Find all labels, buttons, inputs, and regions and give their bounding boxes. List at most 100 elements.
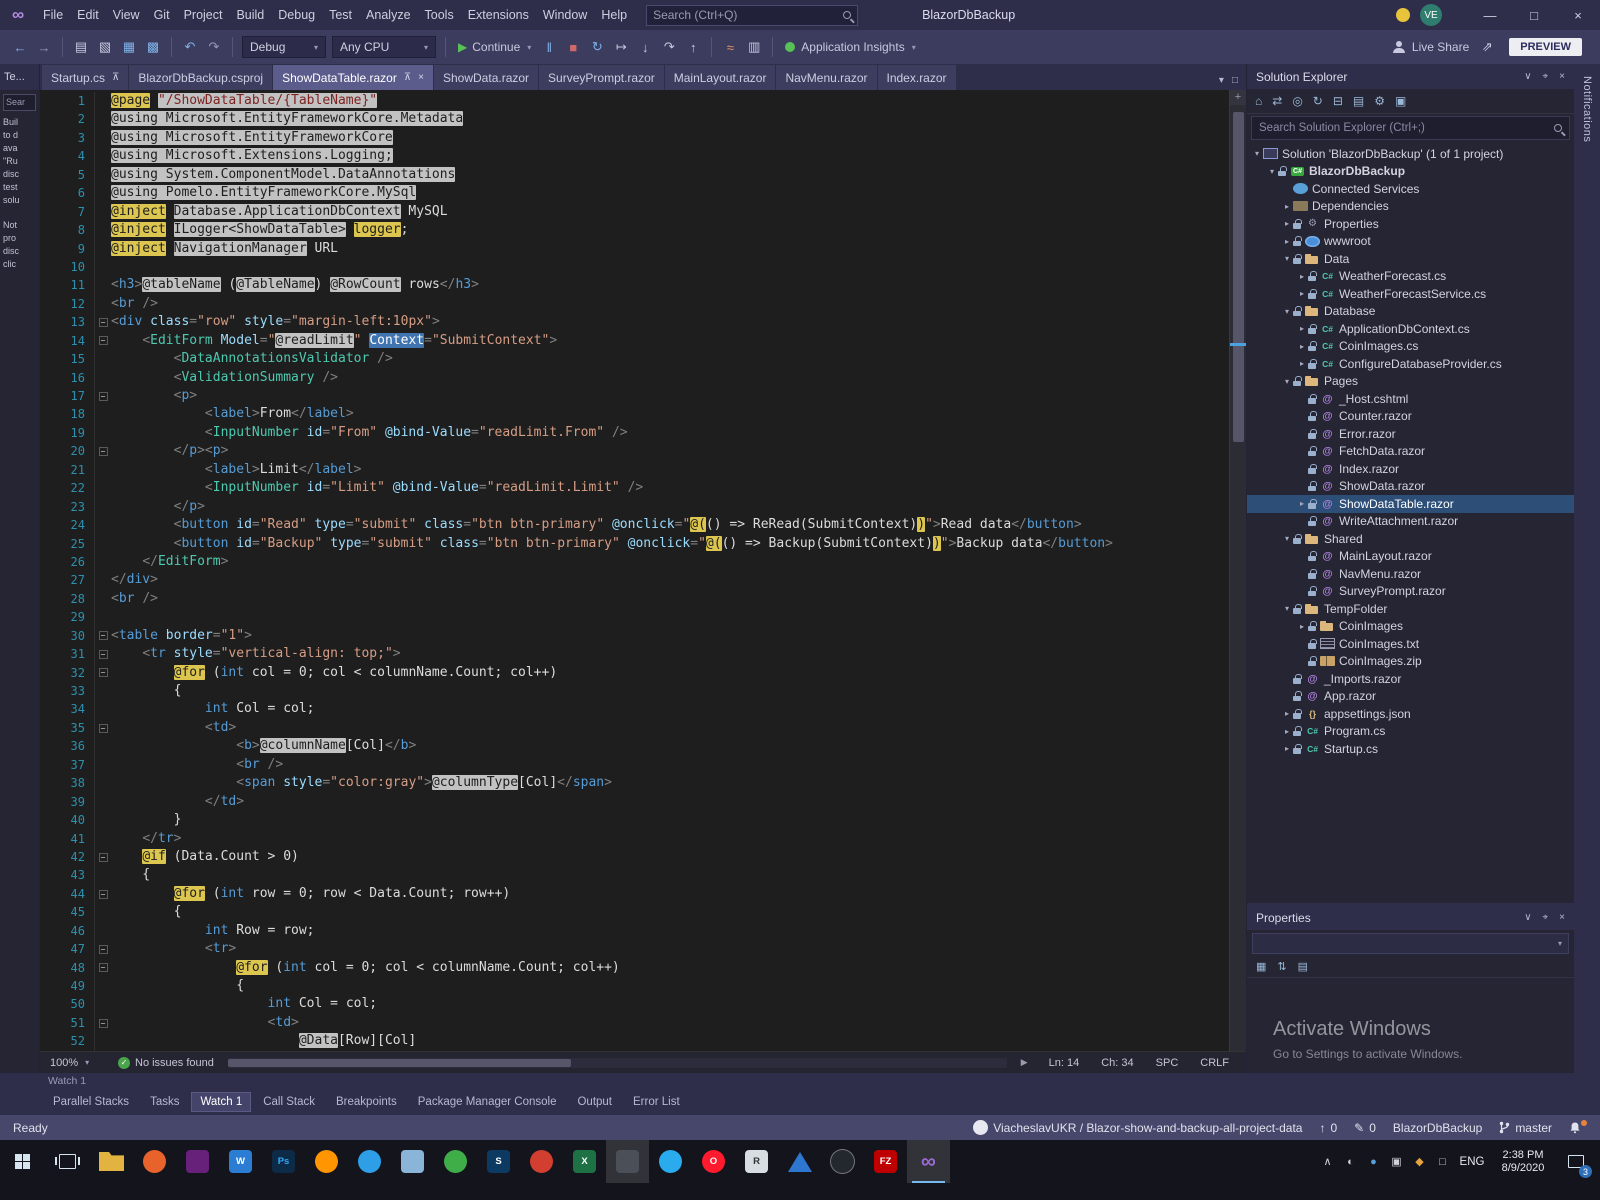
code-line[interactable]: 33 { [40, 682, 1229, 701]
code-line[interactable]: 48 − @for (int col = 0; col < columnName.… [40, 958, 1229, 977]
code-line[interactable]: 40 } [40, 811, 1229, 830]
outgoing-commits[interactable]: ↑ 0 [1319, 1121, 1337, 1135]
taskbar-app-icon[interactable]: R [735, 1140, 778, 1183]
show-all-files-icon[interactable]: ▤ [1353, 94, 1364, 108]
expander-icon[interactable]: ▾ [1281, 534, 1293, 543]
code-line[interactable]: 10 [40, 257, 1229, 277]
tray-icon-2[interactable]: ● [1362, 1142, 1385, 1182]
left-panel-title[interactable]: Te... [0, 64, 39, 90]
expander-icon[interactable]: ▸ [1281, 237, 1293, 246]
spaces-indicator[interactable]: SPC [1145, 1057, 1190, 1069]
expander-icon[interactable]: ▸ [1281, 709, 1293, 718]
code-line[interactable]: 36 <b>@columnName[Col]</b> [40, 737, 1229, 756]
tree-item[interactable]: ▸ wwwroot [1247, 233, 1574, 251]
tree-item[interactable]: ▾ TempFolder [1247, 600, 1574, 618]
undo-icon[interactable]: ↶ [179, 35, 201, 59]
tree-item[interactable]: Error.razor [1247, 425, 1574, 443]
code-line[interactable]: 1 @page "/ShowDataTable/{TableName}" [40, 92, 1229, 111]
close-icon[interactable]: × [1559, 912, 1565, 923]
expander-icon[interactable]: ▸ [1281, 219, 1293, 228]
code-line[interactable]: 45 { [40, 903, 1229, 922]
restart-icon[interactable]: ↻ [586, 35, 608, 59]
application-insights-button[interactable]: Application Insights ▾ [779, 40, 921, 54]
close-button[interactable]: × [1556, 0, 1600, 30]
close-icon[interactable]: × [1559, 71, 1565, 82]
tray-icon-1[interactable]: ◐ [1339, 1142, 1362, 1182]
code-line[interactable]: 23 </p> [40, 497, 1229, 517]
feedback-icon[interactable]: ⇗ [1476, 35, 1498, 59]
tree-item[interactable]: ▾ BlazorDbBackup [1247, 163, 1574, 181]
pin-icon[interactable]: ⊼ [404, 72, 411, 83]
code-line[interactable]: 47 − <tr> [40, 940, 1229, 959]
categorized-icon[interactable]: ▦ [1256, 960, 1266, 973]
fold-collapse-icon[interactable]: − [98, 336, 108, 346]
bottom-tab-watch-1[interactable]: Watch 1 [191, 1092, 252, 1112]
code-line[interactable]: 49 { [40, 977, 1229, 996]
menu-build[interactable]: Build [229, 0, 271, 30]
bottom-tab-call-stack[interactable]: Call Stack [254, 1092, 324, 1112]
tree-item[interactable]: ▸ WeatherForecast.cs [1247, 268, 1574, 286]
code-line[interactable]: 4 @using Microsoft.Extensions.Logging; [40, 147, 1229, 166]
tree-item[interactable]: Connected Services [1247, 180, 1574, 198]
code-line[interactable]: 41 </tr> [40, 829, 1229, 848]
configuration-dropdown[interactable]: Debug ▾ [242, 36, 326, 58]
taskbar-app-icon[interactable]: ∞ [907, 1140, 950, 1183]
branch-picker[interactable]: master [1499, 1121, 1552, 1135]
taskbar-app-icon[interactable] [133, 1140, 176, 1183]
fold-collapse-icon[interactable]: − [98, 631, 108, 641]
fold-collapse-icon[interactable]: − [98, 852, 108, 862]
solution-explorer-search[interactable]: Search Solution Explorer (Ctrl+;) [1251, 116, 1570, 140]
pin-icon[interactable]: ⌖ [1543, 71, 1549, 82]
fold-collapse-icon[interactable]: − [98, 889, 108, 899]
expander-icon[interactable]: ▾ [1281, 604, 1293, 613]
tree-item[interactable]: ▸ Properties [1247, 215, 1574, 233]
collapse-all-icon[interactable]: ⊟ [1333, 94, 1343, 108]
solution-explorer-title[interactable]: Solution Explorer ∨ ⌖ × [1247, 64, 1574, 89]
code-line[interactable]: 13− <div class="row" style="margin-left:1… [40, 313, 1229, 332]
tab-mainlayout.razor[interactable]: MainLayout.razor [664, 65, 776, 90]
vertical-scrollbar-thumb[interactable] [1233, 112, 1244, 442]
menu-file[interactable]: File [36, 0, 70, 30]
back-icon[interactable]: ← [9, 35, 31, 59]
fold-collapse-icon[interactable]: − [98, 447, 108, 457]
tree-item[interactable]: ▸ appsettings.json [1247, 705, 1574, 723]
vs-logo-icon[interactable]: ∞ [0, 5, 36, 25]
menu-git[interactable]: Git [147, 0, 177, 30]
taskbar-app-icon[interactable]: X [563, 1140, 606, 1183]
code-line[interactable]: 18 <label>From</label> [40, 405, 1229, 424]
fold-collapse-icon[interactable]: − [98, 391, 108, 401]
new-file-icon[interactable]: ▤ [70, 35, 92, 59]
hidden-icons-chevron[interactable]: ∧ [1316, 1142, 1339, 1182]
expander-icon[interactable]: ▸ [1296, 289, 1308, 298]
taskbar-app-icon[interactable] [821, 1140, 864, 1183]
tree-item[interactable]: Counter.razor [1247, 408, 1574, 426]
code-line[interactable]: 50 int Col = col; [40, 995, 1229, 1014]
tree-item[interactable]: CoinImages.zip [1247, 653, 1574, 671]
scroll-right-icon[interactable]: ▶ [1021, 1057, 1028, 1068]
code-line[interactable]: 15 <DataAnnotationsValidator /> [40, 350, 1229, 369]
step-into-icon[interactable]: ↓ [634, 35, 656, 59]
tree-item[interactable]: ▾ Pages [1247, 373, 1574, 391]
save-all-icon[interactable]: ▩ [142, 35, 164, 59]
tree-item[interactable]: FetchData.razor [1247, 443, 1574, 461]
maximize-button[interactable]: □ [1512, 0, 1556, 30]
code-line[interactable]: 8 @inject ILogger<ShowDataTable> logger; [40, 221, 1229, 240]
fold-collapse-icon[interactable]: − [98, 944, 108, 954]
bottom-panel-title-row[interactable]: Watch 1 [0, 1073, 1600, 1089]
code-line[interactable]: 6 @using Pomelo.EntityFrameworkCore.MySql [40, 184, 1229, 203]
taskbar-app-icon[interactable] [434, 1140, 477, 1183]
property-pages-icon[interactable]: ▤ [1298, 960, 1308, 973]
code-line[interactable]: 30 − <table border="1"> [40, 626, 1229, 646]
bottom-tab-output[interactable]: Output [568, 1092, 621, 1112]
taskbar-app-icon[interactable] [606, 1140, 649, 1183]
pending-changes-icon[interactable]: ◎ [1292, 94, 1302, 108]
tab-blazordbbackup.csproj[interactable]: BlazorDbBackup.csproj [129, 65, 273, 90]
split-editor-handle[interactable]: + [1230, 90, 1246, 105]
expander-icon[interactable]: ▸ [1281, 744, 1293, 753]
taskbar-app-icon[interactable]: Ps [262, 1140, 305, 1183]
editor-vertical-scrollbar[interactable]: + [1229, 90, 1246, 1051]
properties-object-dropdown[interactable]: ▾ [1252, 933, 1569, 954]
menu-help[interactable]: Help [594, 0, 634, 30]
tree-item[interactable]: ▸ Program.cs [1247, 723, 1574, 741]
step-out-icon[interactable]: ↑ [682, 35, 704, 59]
